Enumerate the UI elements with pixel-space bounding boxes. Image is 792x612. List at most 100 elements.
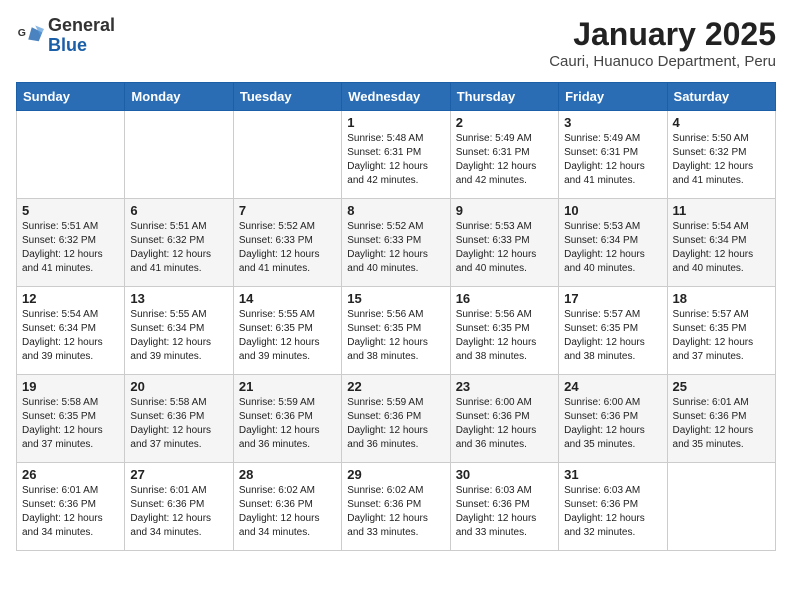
day-number: 5 [22,203,119,218]
calendar-cell: 24 Sunrise: 6:00 AM Sunset: 6:36 PM Dayli… [559,375,667,463]
calendar-header-row: SundayMondayTuesdayWednesdayThursdayFrid… [17,83,776,111]
weekday-header-monday: Monday [125,83,233,111]
day-number: 3 [564,115,661,130]
calendar-cell: 22Sunrise: 5:59 AM Sunset: 6:36 PM Dayli… [342,375,450,463]
calendar-week-2: 5 Sunrise: 5:51 AM Sunset: 6:32 PM Daylig… [17,199,776,287]
day-number: 6 [130,203,227,218]
calendar-cell: 29Sunrise: 6:02 AM Sunset: 6:36 PM Dayli… [342,463,450,551]
calendar-cell: 12 Sunrise: 5:54 AM Sunset: 6:34 PM Dayli… [17,287,125,375]
calendar-cell: 21Sunrise: 5:59 AM Sunset: 6:36 PM Dayli… [233,375,341,463]
calendar-cell: 1 Sunrise: 5:48 AM Sunset: 6:31 PM Daylig… [342,111,450,199]
calendar-cell: 8 Sunrise: 5:52 AM Sunset: 6:33 PM Daylig… [342,199,450,287]
title-block: January 2025 Cauri, Huanuco Department, … [549,16,776,70]
day-info: Sunrise: 5:51 AM Sunset: 6:32 PM Dayligh… [22,220,119,276]
calendar-cell: 3 Sunrise: 5:49 AM Sunset: 6:31 PM Daylig… [559,111,667,199]
calendar-cell: 4Sunrise: 5:50 AM Sunset: 6:32 PM Daylig… [667,111,775,199]
calendar-cell [17,111,125,199]
calendar-cell: 7 Sunrise: 5:52 AM Sunset: 6:33 PM Daylig… [233,199,341,287]
calendar-cell: 5 Sunrise: 5:51 AM Sunset: 6:32 PM Daylig… [17,199,125,287]
weekday-header-tuesday: Tuesday [233,83,341,111]
day-info: Sunrise: 6:03 AM Sunset: 6:36 PM Dayligh… [456,484,553,540]
day-info: Sunrise: 6:01 AM Sunset: 6:36 PM Dayligh… [673,396,770,452]
day-info: Sunrise: 5:51 AM Sunset: 6:32 PM Dayligh… [130,220,227,276]
calendar-cell: 2Sunrise: 5:49 AM Sunset: 6:31 PM Daylig… [450,111,558,199]
day-number: 24 [564,379,661,394]
calendar-body: 1 Sunrise: 5:48 AM Sunset: 6:31 PM Daylig… [17,111,776,551]
day-info: Sunrise: 5:52 AM Sunset: 6:33 PM Dayligh… [239,220,336,276]
day-info: Sunrise: 5:58 AM Sunset: 6:35 PM Dayligh… [22,396,119,452]
calendar-cell: 17Sunrise: 5:57 AM Sunset: 6:35 PM Dayli… [559,287,667,375]
day-info: Sunrise: 6:03 AM Sunset: 6:36 PM Dayligh… [564,484,661,540]
day-info: Sunrise: 6:02 AM Sunset: 6:36 PM Dayligh… [239,484,336,540]
day-number: 15 [347,291,444,306]
calendar-cell: 13 Sunrise: 5:55 AM Sunset: 6:34 PM Dayli… [125,287,233,375]
svg-text:G: G [18,27,26,39]
day-number: 30 [456,467,553,482]
day-info: Sunrise: 6:01 AM Sunset: 6:36 PM Dayligh… [22,484,119,540]
calendar-week-3: 12 Sunrise: 5:54 AM Sunset: 6:34 PM Dayli… [17,287,776,375]
day-number: 14 [239,291,336,306]
day-number: 10 [564,203,661,218]
weekday-header-sunday: Sunday [17,83,125,111]
day-number: 12 [22,291,119,306]
calendar-cell: 27Sunrise: 6:01 AM Sunset: 6:36 PM Dayli… [125,463,233,551]
day-info: Sunrise: 5:56 AM Sunset: 6:35 PM Dayligh… [347,308,444,364]
day-info: Sunrise: 5:57 AM Sunset: 6:35 PM Dayligh… [673,308,770,364]
calendar-cell: 11 Sunrise: 5:54 AM Sunset: 6:34 PM Dayli… [667,199,775,287]
calendar-title: January 2025 [549,16,776,53]
day-number: 8 [347,203,444,218]
calendar-cell: 26 Sunrise: 6:01 AM Sunset: 6:36 PM Dayli… [17,463,125,551]
day-info: Sunrise: 5:57 AM Sunset: 6:35 PM Dayligh… [564,308,661,364]
logo-blue: Blue [48,35,87,55]
day-info: Sunrise: 6:00 AM Sunset: 6:36 PM Dayligh… [564,396,661,452]
calendar-cell [233,111,341,199]
day-number: 1 [347,115,444,130]
day-number: 31 [564,467,661,482]
day-number: 9 [456,203,553,218]
day-number: 11 [673,203,770,218]
day-number: 23 [456,379,553,394]
day-info: Sunrise: 6:01 AM Sunset: 6:36 PM Dayligh… [130,484,227,540]
day-number: 13 [130,291,227,306]
day-info: Sunrise: 5:55 AM Sunset: 6:34 PM Dayligh… [130,308,227,364]
day-info: Sunrise: 5:56 AM Sunset: 6:35 PM Dayligh… [456,308,553,364]
day-number: 26 [22,467,119,482]
calendar-week-5: 26 Sunrise: 6:01 AM Sunset: 6:36 PM Dayli… [17,463,776,551]
calendar-cell: 9 Sunrise: 5:53 AM Sunset: 6:33 PM Daylig… [450,199,558,287]
day-number: 29 [347,467,444,482]
day-number: 21 [239,379,336,394]
day-info: Sunrise: 5:52 AM Sunset: 6:33 PM Dayligh… [347,220,444,276]
calendar-cell: 14 Sunrise: 5:55 AM Sunset: 6:35 PM Dayli… [233,287,341,375]
calendar-cell: 20Sunrise: 5:58 AM Sunset: 6:36 PM Dayli… [125,375,233,463]
calendar-cell: 10Sunrise: 5:53 AM Sunset: 6:34 PM Dayli… [559,199,667,287]
logo-text-block: General Blue [48,16,115,56]
day-info: Sunrise: 5:53 AM Sunset: 6:33 PM Dayligh… [456,220,553,276]
day-number: 19 [22,379,119,394]
day-info: Sunrise: 5:55 AM Sunset: 6:35 PM Dayligh… [239,308,336,364]
day-number: 16 [456,291,553,306]
calendar-cell [125,111,233,199]
calendar-table: SundayMondayTuesdayWednesdayThursdayFrid… [16,82,776,551]
calendar-week-4: 19 Sunrise: 5:58 AM Sunset: 6:35 PM Dayli… [17,375,776,463]
day-number: 28 [239,467,336,482]
calendar-cell: 23 Sunrise: 6:00 AM Sunset: 6:36 PM Dayli… [450,375,558,463]
day-number: 7 [239,203,336,218]
day-number: 20 [130,379,227,394]
weekday-header-saturday: Saturday [667,83,775,111]
day-number: 18 [673,291,770,306]
day-info: Sunrise: 6:00 AM Sunset: 6:36 PM Dayligh… [456,396,553,452]
day-number: 25 [673,379,770,394]
calendar-cell: 16 Sunrise: 5:56 AM Sunset: 6:35 PM Dayli… [450,287,558,375]
day-info: Sunrise: 5:59 AM Sunset: 6:36 PM Dayligh… [347,396,444,452]
logo-icon: G [16,22,44,50]
day-info: Sunrise: 5:54 AM Sunset: 6:34 PM Dayligh… [22,308,119,364]
day-info: Sunrise: 5:49 AM Sunset: 6:31 PM Dayligh… [456,132,553,188]
day-info: Sunrise: 5:48 AM Sunset: 6:31 PM Dayligh… [347,132,444,188]
calendar-week-1: 1 Sunrise: 5:48 AM Sunset: 6:31 PM Daylig… [17,111,776,199]
page-header: G General Blue January 2025 Cauri, Huanu… [16,16,776,70]
day-info: Sunrise: 5:49 AM Sunset: 6:31 PM Dayligh… [564,132,661,188]
day-info: Sunrise: 5:54 AM Sunset: 6:34 PM Dayligh… [673,220,770,276]
calendar-cell: 15 Sunrise: 5:56 AM Sunset: 6:35 PM Dayli… [342,287,450,375]
calendar-cell: 6 Sunrise: 5:51 AM Sunset: 6:32 PM Daylig… [125,199,233,287]
weekday-header-friday: Friday [559,83,667,111]
